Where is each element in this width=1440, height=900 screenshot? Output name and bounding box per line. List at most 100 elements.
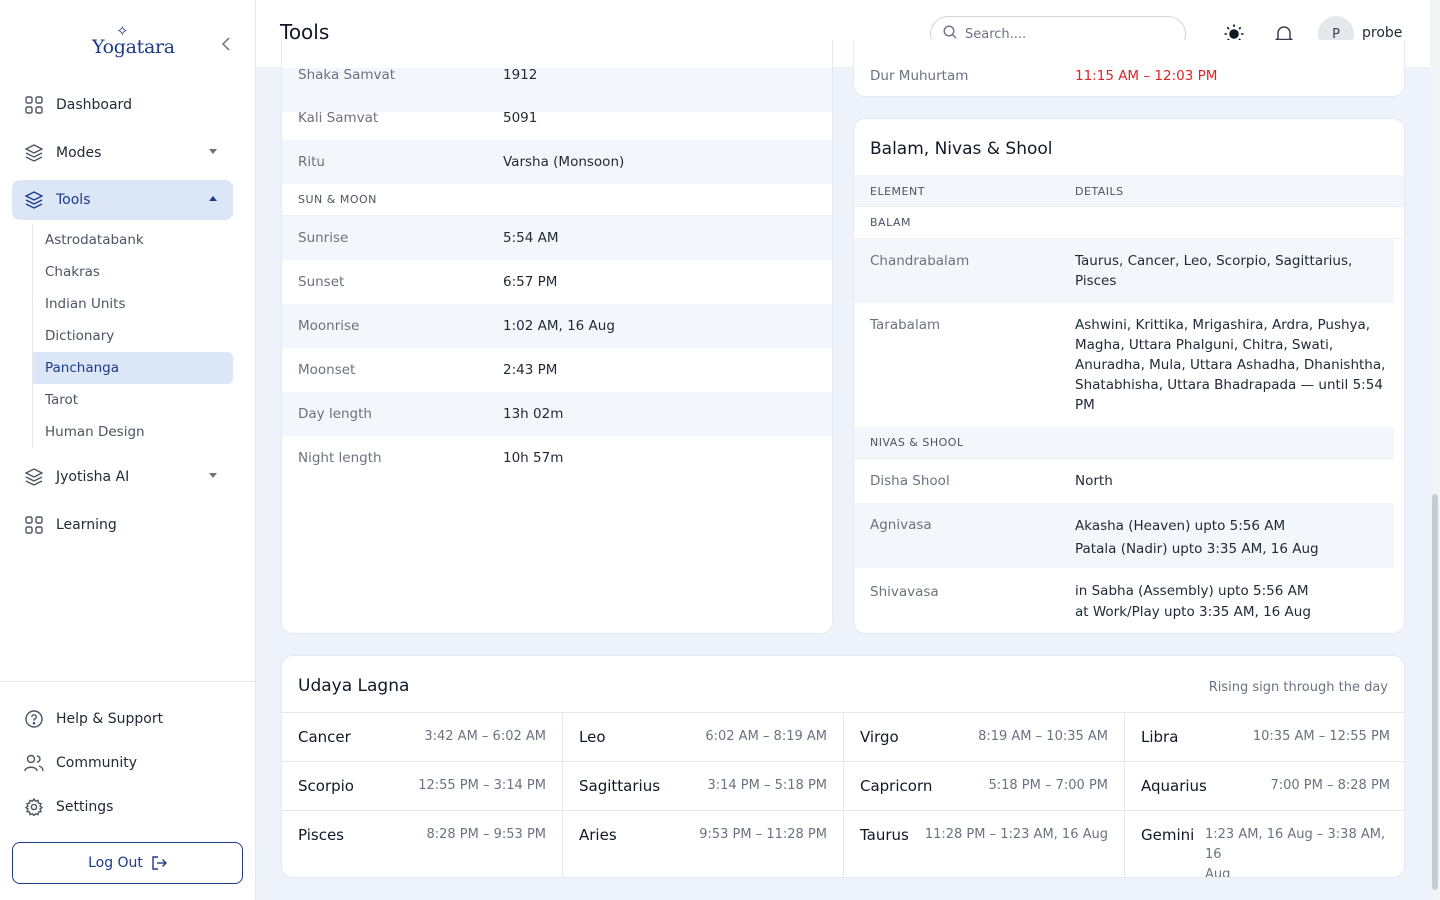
- tools-submenu: Astrodatabank Chakras Indian Units Dicti…: [32, 224, 233, 448]
- row-value: 6:57 PM: [503, 274, 558, 290]
- muhurtam-card: Dur Muhurtam 11:15 AM – 12:03 PM: [853, 40, 1405, 97]
- row-label: Dur Muhurtam: [870, 68, 969, 84]
- lagna-time: 3:42 AM – 6:02 AM: [424, 727, 546, 747]
- panchanga-card: Shaka Samvat 1912 Kali Samvat 5091 Ritu …: [281, 40, 833, 634]
- nav-label: Learning: [56, 517, 117, 533]
- section-heading-balam: BALAM: [854, 207, 1404, 239]
- lagna-cell: Libra 10:35 AM – 12:55 PM: [1125, 712, 1404, 761]
- value-line: in Sabha (Assembly) upto 5:56 AM: [1075, 583, 1309, 599]
- nav-learning[interactable]: Learning: [12, 505, 233, 545]
- subnav-human-design[interactable]: Human Design: [33, 416, 233, 448]
- lagna-cell: Sagittarius 3:14 PM – 5:18 PM: [563, 761, 844, 810]
- row-value: 10h 57m: [503, 450, 564, 466]
- lagna-sign: Aquarius: [1141, 777, 1207, 795]
- card-title: Udaya Lagna: [298, 676, 410, 696]
- lagna-sign: Sagittarius: [579, 777, 661, 795]
- lagna-cell: Taurus 11:28 PM – 1:23 AM, 16 Aug: [844, 810, 1125, 877]
- table-row: Chandrabalam Taurus, Cancer, Leo, Scorpi…: [854, 239, 1394, 303]
- lagna-sign: Capricorn: [860, 777, 933, 795]
- table-row: Kali Samvat 5091: [282, 96, 832, 140]
- lagna-time: 3:14 PM – 5:18 PM: [707, 776, 827, 796]
- card-subtitle: Rising sign through the day: [1208, 680, 1388, 695]
- subnav-dictionary[interactable]: Dictionary: [33, 320, 233, 352]
- nav-community[interactable]: Community: [12, 743, 233, 783]
- lagna-sign: Aries: [579, 826, 617, 844]
- lagna-cell: Cancer 3:42 AM – 6:02 AM: [282, 712, 563, 761]
- time-line: 3:14 PM – 5:18 PM: [707, 778, 827, 793]
- sidebar-divider: [0, 681, 256, 682]
- row-value: Akasha (Heaven) upto 5:56 AM Patala (Nad…: [1075, 515, 1319, 561]
- chevron-down-icon: [209, 473, 217, 478]
- row-label: Moonrise: [298, 318, 360, 334]
- table-row: Shivavasa in Sabha (Assembly) upto 5:56 …: [854, 568, 1404, 633]
- row-label: Tarabalam: [870, 317, 941, 333]
- brand-logo[interactable]: ✧ Yogatara: [84, 22, 175, 66]
- lagna-time: 8:19 AM – 10:35 AM: [978, 727, 1108, 747]
- lagna-time: 7:00 PM – 8:28 PM: [1270, 776, 1390, 796]
- table-row: Sunrise 5:54 AM: [282, 216, 832, 260]
- value-line: Magha, Uttara Phalguni, Chitra, Swati,: [1075, 337, 1334, 353]
- row-value: 5091: [503, 110, 538, 126]
- table-row: Agnivasa Akasha (Heaven) upto 5:56 AM Pa…: [854, 503, 1394, 568]
- logout-label: Log Out: [88, 855, 143, 871]
- value-line: PM: [1075, 397, 1095, 413]
- lagna-sign: Pisces: [298, 826, 344, 844]
- time-line: 6:02 AM – 8:19 AM: [705, 729, 827, 744]
- row-value: North: [1075, 473, 1113, 489]
- row-value: 1:02 AM, 16 Aug: [503, 318, 615, 334]
- row-value: 5:54 AM: [503, 230, 559, 246]
- chevron-left-icon: [221, 37, 230, 51]
- subnav-chakras[interactable]: Chakras: [33, 256, 233, 288]
- lagna-time: 8:28 PM – 9:53 PM: [426, 825, 546, 845]
- value-line: Shatabhisha, Uttara Bhadrapada — until 5…: [1075, 377, 1383, 393]
- subnav-indian-units[interactable]: Indian Units: [33, 288, 233, 320]
- row-value: in Sabha (Assembly) upto 5:56 AM at Work…: [1075, 581, 1311, 623]
- row-label: Chandrabalam: [870, 253, 970, 269]
- nav-dashboard[interactable]: Dashboard: [12, 85, 233, 125]
- layers-icon: [24, 467, 44, 487]
- value-line: Anuradha, Mula, Uttara Ashadha, Dhanisht…: [1075, 357, 1386, 373]
- grid-icon: [24, 95, 44, 115]
- table-header: ELEMENT DETAILS: [854, 175, 1404, 207]
- lagna-sign: Taurus: [860, 826, 909, 844]
- nav-modes[interactable]: Modes: [12, 133, 233, 173]
- lagna-time: 10:35 AM – 12:55 PM: [1253, 727, 1390, 747]
- subnav-panchanga[interactable]: Panchanga: [33, 352, 233, 384]
- username[interactable]: probe: [1362, 25, 1402, 41]
- time-line: 3:42 AM – 6:02 AM: [424, 729, 546, 744]
- collapse-sidebar-button[interactable]: [216, 34, 236, 54]
- nav-tools[interactable]: Tools: [12, 180, 233, 220]
- nav-help-support[interactable]: Help & Support: [12, 699, 233, 739]
- lagna-sign: Cancer: [298, 728, 351, 746]
- value-line: Pisces: [1075, 273, 1117, 289]
- lagna-cell: Gemini 1:23 AM, 16 Aug – 3:38 AM, 16 Aug: [1125, 810, 1404, 878]
- nav-settings[interactable]: Settings: [12, 787, 233, 827]
- time-line: 11:28 PM – 1:23 AM, 16 Aug: [924, 827, 1108, 842]
- row-label: Shivavasa: [870, 584, 939, 600]
- lagna-sign: Virgo: [860, 728, 899, 746]
- nav-label: Tools: [56, 192, 91, 208]
- lagna-sign: Scorpio: [298, 777, 354, 795]
- lagna-cell: Virgo 8:19 AM – 10:35 AM: [844, 712, 1125, 761]
- nav-jyotisha-ai[interactable]: Jyotisha AI: [12, 457, 233, 497]
- lagna-sign: Gemini: [1141, 826, 1195, 844]
- row-label: Disha Shool: [870, 473, 950, 489]
- subnav-astrodatabank[interactable]: Astrodatabank: [33, 224, 233, 256]
- time-line: Aug: [1205, 867, 1231, 878]
- lagna-cell: Leo 6:02 AM – 8:19 AM: [563, 712, 844, 761]
- scrollbar-thumb[interactable]: [1432, 494, 1438, 890]
- lagna-time: 6:02 AM – 8:19 AM: [705, 727, 827, 747]
- row-value: 2:43 PM: [503, 362, 558, 378]
- table-row: Tarabalam Ashwini, Krittika, Mrigashira,…: [854, 303, 1404, 427]
- lagna-time: 1:23 AM, 16 Aug – 3:38 AM, 16 Aug: [1205, 825, 1390, 878]
- logout-button[interactable]: Log Out: [12, 842, 243, 884]
- time-line: 10:35 AM – 12:55 PM: [1252, 729, 1390, 744]
- row-value: 1912: [503, 67, 538, 83]
- table-row: Night length 10h 57m: [282, 436, 832, 480]
- subnav-tarot[interactable]: Tarot: [33, 384, 233, 416]
- row-value: Taurus, Cancer, Leo, Scorpio, Sagittariu…: [1075, 251, 1352, 291]
- nav-label: Jyotisha AI: [56, 469, 130, 485]
- layers-icon: [24, 143, 44, 163]
- time-line: 8:28 PM – 9:53 PM: [426, 827, 546, 842]
- lagna-time: 12:55 PM – 3:14 PM: [418, 776, 546, 796]
